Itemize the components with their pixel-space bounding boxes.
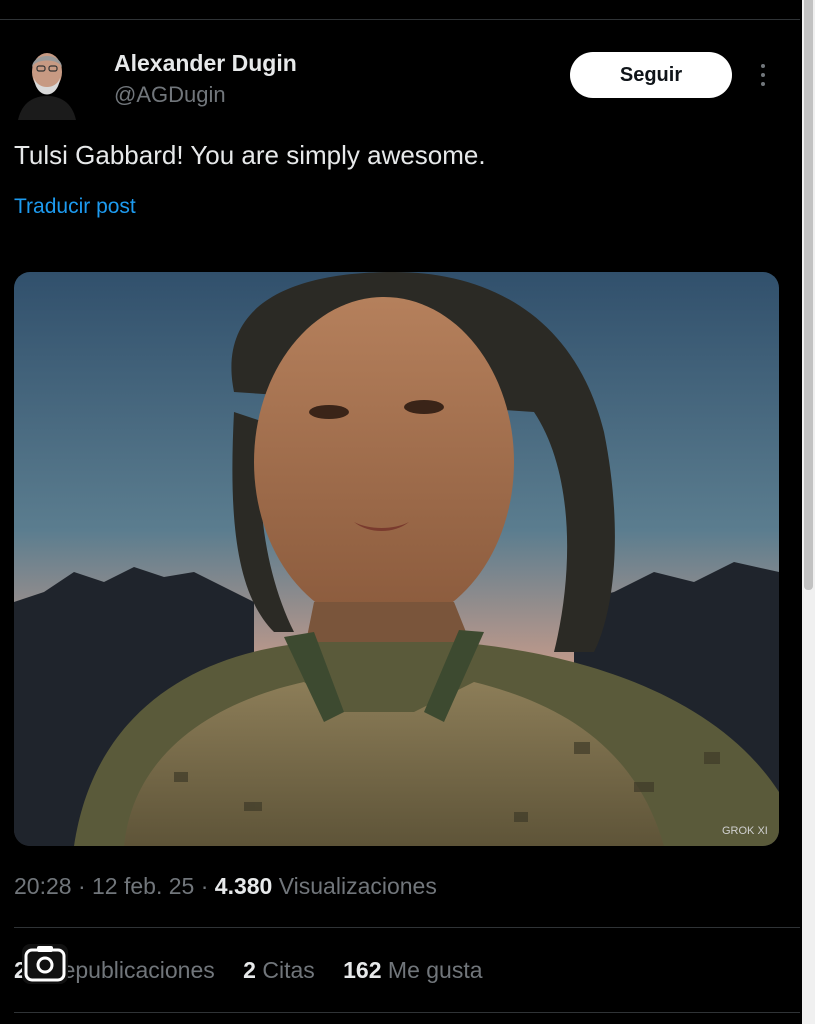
stats-divider bbox=[14, 1012, 800, 1013]
media-watermark: GROK XI bbox=[722, 825, 768, 837]
likes-stat[interactable]: 162 Me gusta bbox=[343, 957, 482, 984]
meta-divider bbox=[14, 927, 800, 928]
author-display-name[interactable]: Alexander Dugin bbox=[114, 50, 297, 77]
top-divider bbox=[0, 19, 800, 20]
quotes-label: Citas bbox=[262, 957, 315, 983]
engagement-stats: 21 Republicaciones 2 Citas 162 Me gusta bbox=[14, 957, 505, 984]
author-avatar[interactable] bbox=[16, 42, 78, 120]
lens-camera-icon[interactable] bbox=[22, 944, 68, 984]
views-label: Visualizaciones bbox=[278, 873, 437, 899]
views-count: 4.380 bbox=[214, 873, 273, 899]
post-text: Tulsi Gabbard! You are simply awesome. bbox=[14, 140, 486, 170]
reposts-label: Republicaciones bbox=[45, 957, 215, 983]
likes-label: Me gusta bbox=[387, 957, 483, 983]
scrollbar-track[interactable] bbox=[802, 0, 815, 1024]
quotes-count: 2 bbox=[243, 957, 256, 983]
post-time[interactable]: 20:28 bbox=[14, 873, 72, 899]
likes-count: 162 bbox=[343, 957, 382, 983]
quotes-stat[interactable]: 2 Citas bbox=[243, 957, 315, 984]
post-media-image[interactable]: GROK XI bbox=[14, 272, 779, 846]
post-date[interactable]: 12 feb. 25 bbox=[92, 873, 194, 899]
user-avatar-icon bbox=[16, 42, 78, 120]
scrollbar-thumb[interactable] bbox=[804, 0, 813, 590]
translate-post-link[interactable]: Traducir post bbox=[14, 195, 136, 219]
author-handle[interactable]: @AGDugin bbox=[114, 82, 226, 108]
post-metadata: 20:28 · 12 feb. 25 · 4.380 Visualizacion… bbox=[14, 873, 437, 899]
follow-button[interactable]: Seguir bbox=[570, 52, 732, 98]
more-vertical-icon[interactable] bbox=[752, 58, 774, 92]
